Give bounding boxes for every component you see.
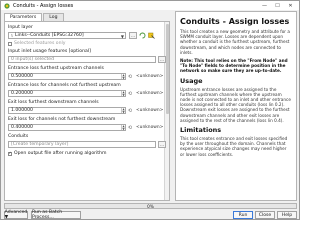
exit-loss-downstream-unit: <unknown> — [136, 108, 164, 113]
iterate-icon[interactable] — [139, 32, 146, 39]
input-layer-combo[interactable]: ⌇ Links--Conduits [EPSG:32760] ▼ — [8, 32, 126, 39]
exit-loss-not-downstream-unit: <unknown> — [136, 125, 164, 130]
spinner-arrows[interactable]: ▲ ▼ — [121, 90, 125, 96]
entrance-loss-upstream-input[interactable]: 0.500000 ▲ ▼ — [8, 73, 126, 80]
conduits-output-field[interactable]: [Create temporary layer] — [8, 141, 156, 148]
reset-icon[interactable]: ⟲ — [127, 90, 133, 97]
entrance-loss-upstream-unit: <unknown> — [136, 74, 164, 79]
help-note: Note: This tool relies on the "From Node… — [180, 58, 288, 74]
help-usage-text: Upstream entrance losses are assigned to… — [180, 86, 291, 123]
tab-bar: Parameters Log — [4, 13, 65, 21]
entrance-loss-upstream-label: Entrance loss furthest upstream channels — [8, 66, 104, 71]
scrollbar-thumb[interactable] — [166, 24, 169, 114]
open-output-checkbox[interactable]: ✓ Open output file after running algorit… — [8, 151, 106, 156]
conduits-output-browse-button[interactable]: … — [158, 141, 166, 148]
exit-loss-not-downstream-value: 0.400000 — [11, 125, 33, 130]
run-button[interactable]: Run — [233, 211, 253, 219]
spinner-arrows[interactable]: ▲ ▼ — [121, 124, 125, 130]
checkbox-box — [8, 41, 12, 46]
close-window-button[interactable]: ✕ — [284, 1, 297, 10]
entrance-loss-upstream-value: 0.500000 — [11, 74, 33, 79]
progress-bar: 0% — [4, 203, 297, 209]
exit-loss-not-downstream-label: Exit loss for channels not furthest down… — [8, 117, 116, 122]
usage-features-field[interactable]: 0 input(s) selected — [8, 56, 156, 63]
entrance-loss-not-upstream-value: 0.200000 — [11, 91, 33, 96]
spinner-arrows[interactable]: ▲ ▼ — [121, 107, 125, 113]
line-layer-icon: ⌇ — [11, 33, 13, 38]
close-button[interactable]: Close — [255, 211, 275, 219]
parameters-scrollbar[interactable] — [164, 22, 169, 200]
title-bar: Conduits - Assign losses — ☐ ✕ — [1, 1, 299, 10]
conduits-output-placeholder: [Create temporary layer] — [11, 142, 69, 147]
input-layer-label: Input layer — [8, 25, 33, 30]
usage-features-label: Input inlet usage features [optional] — [8, 49, 91, 54]
usage-features-value: 0 input(s) selected — [11, 57, 55, 62]
conduits-output-label: Conduits — [8, 134, 29, 139]
run-as-batch-button[interactable]: Run as Batch Process... — [31, 210, 81, 220]
parameters-panel: Input layer ⌇ Links--Conduits [EPSG:3276… — [4, 21, 170, 201]
help-button[interactable]: Help — [277, 211, 297, 219]
qgis-app-icon — [4, 2, 10, 9]
reset-icon[interactable]: ⟲ — [127, 107, 133, 114]
exit-loss-downstream-input[interactable]: 1.000000 ▲ ▼ — [8, 107, 126, 114]
reset-icon[interactable]: ⟲ — [127, 73, 133, 80]
checkbox-box: ✓ — [8, 151, 12, 156]
help-limitations-heading: Limitations — [180, 126, 222, 135]
help-title: Conduits - Assign losses — [180, 17, 290, 26]
exit-loss-downstream-label: Exit loss furthest downstream channels — [8, 100, 99, 105]
open-output-label: Open output file after running algorithm — [14, 151, 107, 156]
chevron-down-icon: ▼ — [120, 34, 124, 39]
exit-loss-downstream-value: 1.000000 — [11, 108, 33, 113]
help-panel: Conduits - Assign losses This tool creat… — [175, 11, 297, 201]
input-layer-value: Links--Conduits [EPSG:32760] — [14, 33, 84, 38]
entrance-loss-not-upstream-label: Entrance loss for channels not furthest … — [8, 83, 121, 88]
spinner-arrows[interactable]: ▲ ▼ — [121, 73, 125, 79]
window-title: Conduits - Assign losses — [13, 2, 74, 9]
help-intro: This tool creates a new geometry and att… — [180, 29, 290, 55]
usage-features-browse-button[interactable]: … — [158, 56, 166, 63]
entrance-loss-not-upstream-input[interactable]: 0.200000 ▲ ▼ — [8, 90, 126, 97]
dialog-window: Conduits - Assign losses — ☐ ✕ Parameter… — [0, 0, 300, 220]
browse-input-button[interactable]: … — [129, 32, 137, 39]
entrance-loss-not-upstream-unit: <unknown> — [136, 91, 164, 96]
help-usage-heading: Usage — [180, 76, 203, 85]
selected-features-only-label: Selected features only — [14, 41, 66, 46]
reset-icon[interactable]: ⟲ — [127, 124, 133, 131]
selected-features-only-checkbox[interactable]: Selected features only — [8, 41, 66, 46]
tab-log[interactable]: Log — [43, 13, 64, 21]
minimize-button[interactable]: — — [258, 1, 271, 10]
exit-loss-not-downstream-input[interactable]: 0.400000 ▲ ▼ — [8, 124, 126, 131]
help-limitations-text: This tool creates entrance and exit loss… — [180, 136, 288, 157]
tab-parameters[interactable]: Parameters — [4, 13, 43, 21]
progress-text: 0% — [147, 203, 154, 209]
advanced-button[interactable]: Advanced ▼ — [4, 210, 28, 220]
select-features-icon[interactable] — [148, 32, 155, 39]
maximize-button[interactable]: ☐ — [271, 1, 284, 10]
